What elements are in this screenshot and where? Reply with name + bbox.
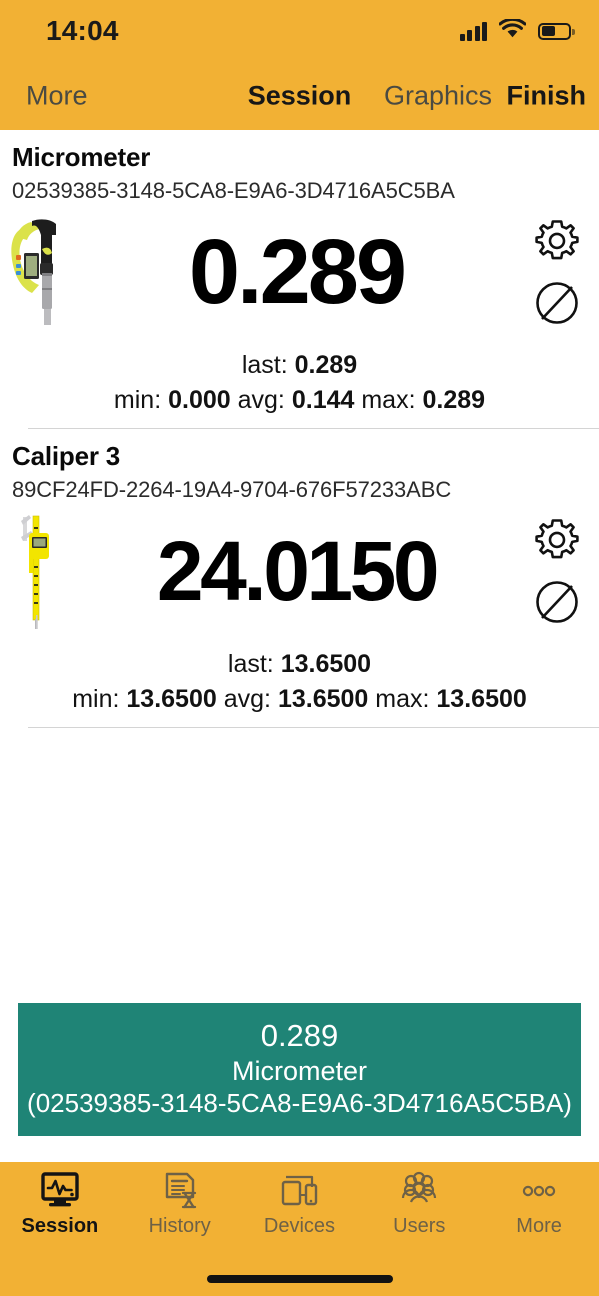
ellipsis-icon bbox=[516, 1171, 562, 1211]
nav-back-more-button[interactable]: More bbox=[26, 81, 88, 112]
device-current-value: 0.289 bbox=[188, 220, 407, 323]
status-bar-indicators bbox=[459, 17, 575, 44]
nav-finish-button[interactable]: Finish bbox=[507, 81, 587, 112]
device-stat-last: last: 13.6500 bbox=[0, 647, 599, 683]
bottom-tab-bar: Session History Devices Users More bbox=[0, 1162, 599, 1262]
stat-min-label: min: bbox=[72, 685, 120, 714]
stat-min-value: 13.6500 bbox=[126, 685, 217, 714]
stat-max-value: 0.289 bbox=[422, 386, 486, 415]
tab-devices[interactable]: Devices bbox=[240, 1171, 360, 1238]
tab-session-label: Session bbox=[21, 1215, 99, 1237]
stat-last-value: 13.6500 bbox=[280, 649, 372, 678]
device-stats: last: 13.6500 min: 13.6500 avg: 13.6500 … bbox=[0, 647, 599, 727]
stat-avg-value: 13.6500 bbox=[277, 685, 369, 714]
device-reading-row: 24.0150 bbox=[0, 507, 599, 635]
wifi-icon bbox=[498, 17, 527, 44]
micrometer-photo bbox=[0, 213, 78, 331]
cellular-signal-icon bbox=[459, 21, 487, 41]
device-card-actions bbox=[515, 214, 599, 329]
tab-more[interactable]: More bbox=[479, 1171, 599, 1238]
session-content: Micrometer 02539385-3148-5CA8-E9A6-3D471… bbox=[0, 130, 599, 1162]
home-indicator[interactable] bbox=[206, 1275, 393, 1283]
list-divider bbox=[28, 726, 599, 728]
latest-reading-value: 0.289 bbox=[260, 1018, 339, 1053]
tab-devices-label: Devices bbox=[263, 1215, 336, 1237]
latest-reading-banner[interactable]: 0.289 Micrometer (02539385-3148-5CA8-E9A… bbox=[18, 1003, 581, 1137]
battery-icon bbox=[538, 22, 575, 40]
tab-history[interactable]: History bbox=[120, 1171, 240, 1238]
stat-max-label: max: bbox=[361, 386, 416, 415]
status-bar: 14:04 bbox=[0, 0, 599, 62]
stat-max-label: max: bbox=[375, 685, 430, 714]
latest-reading-device: Micrometer bbox=[231, 1055, 367, 1086]
page-title: Session bbox=[247, 80, 352, 111]
home-indicator-area bbox=[0, 1262, 599, 1296]
device-card[interactable]: Micrometer 02539385-3148-5CA8-E9A6-3D471… bbox=[0, 130, 599, 429]
stat-avg-value: 0.144 bbox=[291, 386, 355, 415]
device-name: Micrometer bbox=[12, 142, 151, 172]
tab-session[interactable]: Session bbox=[0, 1171, 120, 1238]
tab-users[interactable]: Users bbox=[359, 1171, 479, 1238]
stat-min-label: min: bbox=[113, 386, 162, 415]
device-current-value: 24.0150 bbox=[156, 523, 440, 618]
device-stat-minmax: min: 13.6500 avg: 13.6500 max: 13.6500 bbox=[0, 682, 599, 718]
device-uuid: 89CF24FD-2264-19A4-9704-676F57233ABC bbox=[12, 476, 452, 502]
caliper-photo bbox=[0, 511, 78, 631]
gear-icon[interactable] bbox=[530, 513, 584, 567]
device-reading-row: 0.289 bbox=[0, 208, 599, 336]
tab-history-label: History bbox=[148, 1215, 211, 1237]
tab-users-label: Users bbox=[393, 1215, 446, 1237]
diameter-icon[interactable] bbox=[531, 277, 583, 329]
document-hourglass-icon bbox=[158, 1171, 202, 1211]
diameter-icon[interactable] bbox=[531, 576, 583, 628]
stat-max-value: 13.6500 bbox=[436, 685, 527, 714]
gear-icon[interactable] bbox=[530, 214, 584, 268]
navigation-bar: More Session Graphics Finish bbox=[0, 62, 599, 130]
tablet-phone-icon bbox=[276, 1171, 322, 1211]
app-root: 14:04 More Session Graphics Finish Micro… bbox=[0, 0, 599, 1296]
stat-avg-label: avg: bbox=[237, 386, 285, 415]
stat-last-label: last: bbox=[241, 350, 288, 379]
latest-reading-uuid: (02539385-3148-5CA8-E9A6-3D4716A5C5BA) bbox=[27, 1087, 572, 1118]
device-stat-minmax: min: 0.000 avg: 0.144 max: 0.289 bbox=[0, 383, 599, 419]
tab-more-label: More bbox=[516, 1215, 562, 1237]
device-name: Caliper 3 bbox=[12, 440, 121, 471]
stat-last-label: last: bbox=[227, 649, 274, 678]
device-card-actions bbox=[515, 513, 599, 628]
nav-graphics-button[interactable]: Graphics bbox=[384, 81, 492, 112]
people-group-icon bbox=[396, 1171, 442, 1211]
device-stat-last: last: 0.289 bbox=[0, 348, 599, 384]
status-bar-clock: 14:04 bbox=[46, 15, 119, 46]
device-stats: last: 0.289 min: 0.000 avg: 0.144 max: 0… bbox=[0, 348, 599, 428]
stat-min-value: 0.000 bbox=[168, 386, 231, 415]
monitor-pulse-icon bbox=[38, 1171, 82, 1211]
stat-last-value: 0.289 bbox=[294, 350, 358, 379]
device-uuid: 02539385-3148-5CA8-E9A6-3D4716A5C5BA bbox=[12, 177, 455, 203]
device-card[interactable]: Caliper 3 89CF24FD-2264-19A4-9704-676F57… bbox=[0, 429, 599, 728]
stat-avg-label: avg: bbox=[223, 685, 271, 714]
